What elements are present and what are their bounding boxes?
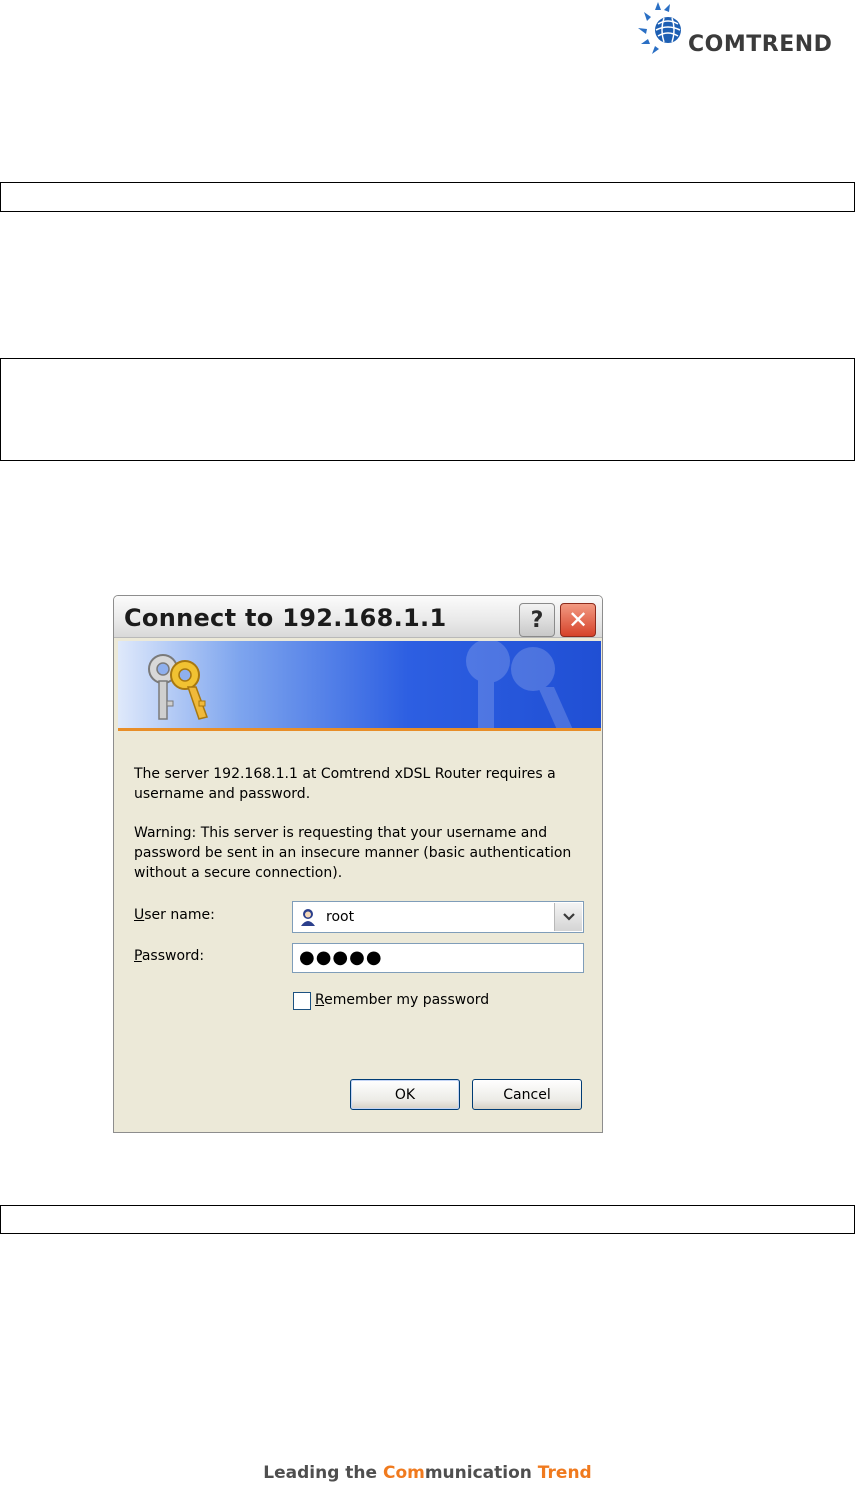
chevron-down-icon [562,913,575,921]
user-icon [301,909,315,926]
tagline-part1: Leading the [263,1463,383,1483]
close-button[interactable]: ✕ [560,603,596,637]
remember-password-checkbox[interactable] [293,992,311,1010]
username-combobox[interactable]: root [292,901,584,933]
ok-button[interactable]: OK [350,1079,460,1110]
tagline-part2: Com [382,1463,425,1483]
cancel-button[interactable]: Cancel [472,1079,582,1110]
tagline-part4: Trend [537,1463,592,1483]
remember-password-label[interactable]: Remember my password [315,992,489,1008]
help-icon: ? [530,607,544,633]
keys-watermark-icon [466,641,573,728]
close-icon: ✕ [567,606,589,634]
keys-icon [148,654,208,720]
password-field[interactable]: ●●●●● [292,943,584,973]
comtrend-logo: COMTREND [636,2,846,62]
dialog-body: The server 192.168.1.1 at Comtrend xDSL … [118,734,601,1132]
username-label-text: ser name: [144,907,215,923]
blank-box-bottom [0,1205,855,1234]
login-dialog: Connect to 192.168.1.1 ? ✕ The server 19… [113,595,603,1133]
remember-label-mnemonic: R [315,992,325,1008]
password-label-mnemonic: P [134,948,142,964]
dialog-banner [118,641,601,731]
logo-wordmark: COMTREND [688,32,833,57]
remember-label-text: emember my password [324,992,490,1008]
password-label: Password: [134,948,204,964]
password-label-text: assword: [141,948,205,964]
security-warning: Warning: This server is requesting that … [134,825,572,881]
help-button[interactable]: ? [519,603,555,637]
username-value: root [326,909,355,925]
password-value: ●●●●● [299,947,383,968]
footer-tagline: Leading the Communication Trend [0,1463,855,1483]
blank-box-top [0,182,855,212]
username-label-mnemonic: U [134,907,145,923]
dialog-titlebar[interactable]: Connect to 192.168.1.1 ? ✕ [114,596,602,638]
dialog-title: Connect to 192.168.1.1 [124,604,447,632]
sunburst-globe-icon [638,2,681,54]
dropdown-button[interactable] [554,903,582,931]
blank-box-middle [0,358,855,461]
username-label: User name: [134,907,215,923]
auth-message: The server 192.168.1.1 at Comtrend xDSL … [134,766,556,802]
tagline-part3: munication [424,1463,538,1483]
